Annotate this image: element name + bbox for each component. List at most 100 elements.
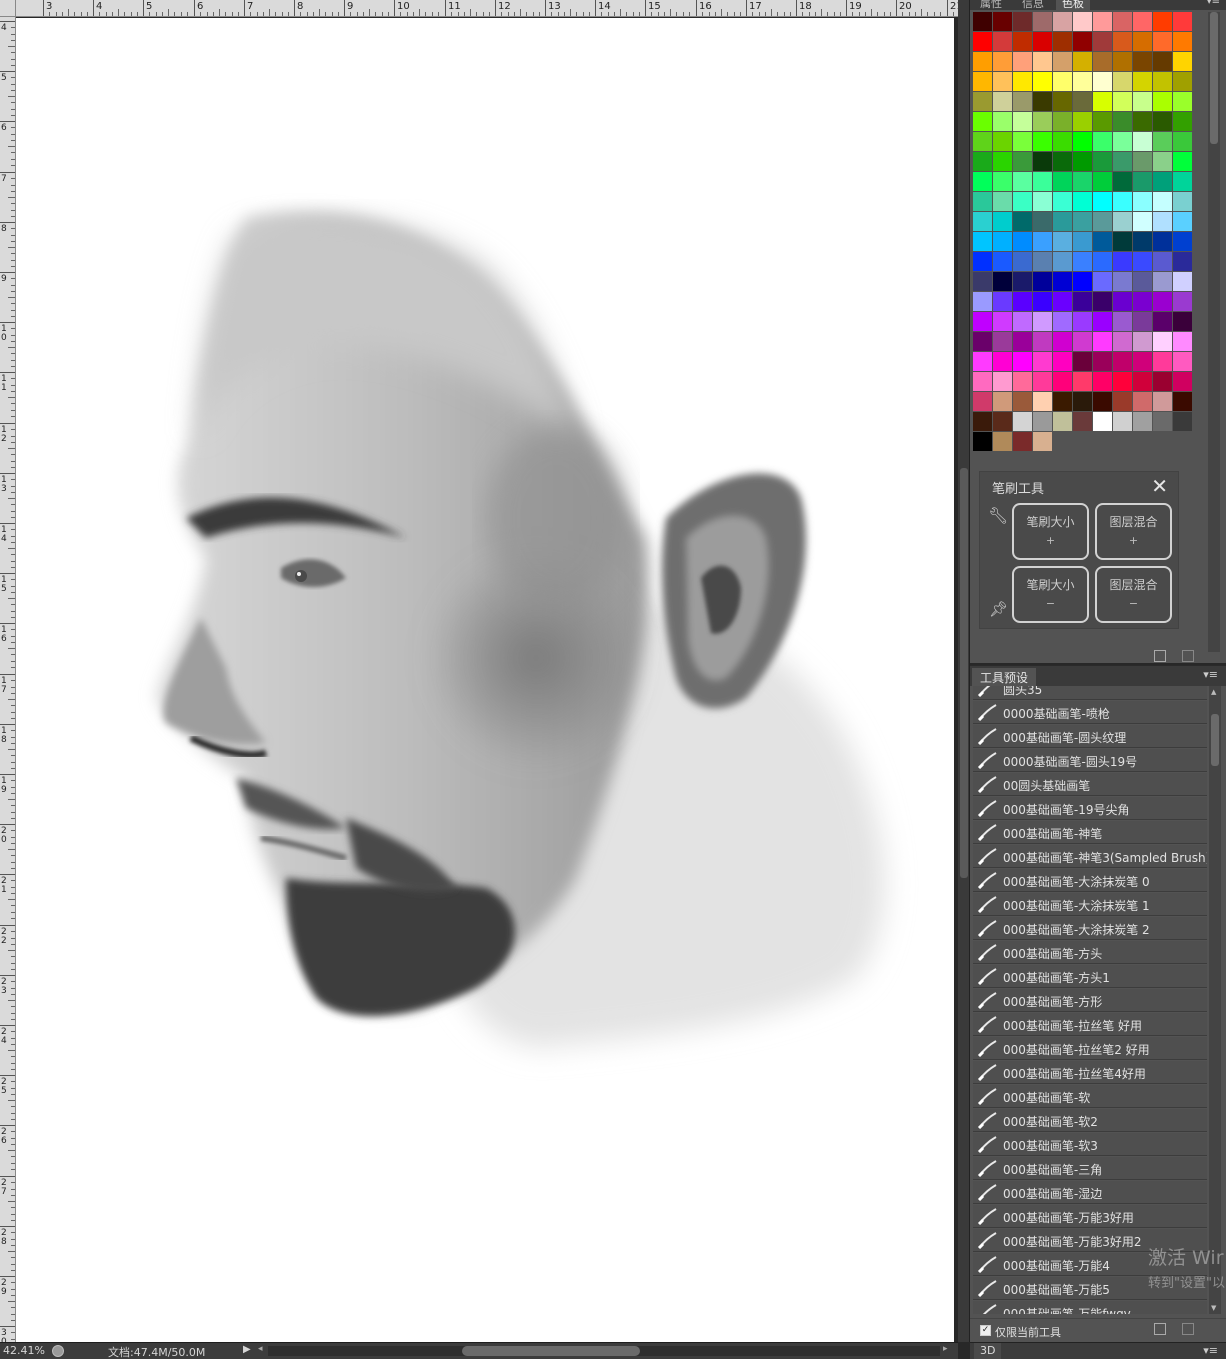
color-swatch[interactable] [1113,392,1132,411]
color-swatch[interactable] [1073,52,1092,71]
color-swatch[interactable] [1113,332,1132,351]
color-swatch[interactable] [1013,232,1032,251]
color-swatch[interactable] [973,352,992,371]
color-swatch[interactable] [1173,312,1192,331]
preset-list-item[interactable]: 000基础画笔-19号尖角 [973,797,1207,820]
color-swatch[interactable] [1113,312,1132,331]
color-swatch[interactable] [1093,212,1112,231]
color-swatch[interactable] [1173,112,1192,131]
color-swatch[interactable] [1093,112,1112,131]
color-swatch[interactable] [1053,212,1072,231]
color-swatch[interactable] [993,292,1012,311]
color-swatch[interactable] [993,112,1012,131]
color-swatch[interactable] [1093,152,1112,171]
scroll-down-icon[interactable]: ▼ [1211,1304,1216,1312]
preset-list-item[interactable]: 0000基础画笔-圆头19号 [973,749,1207,772]
color-swatch[interactable] [1093,412,1112,431]
scroll-left-icon[interactable]: ◂ [258,1344,263,1354]
color-swatch[interactable] [973,12,992,31]
color-swatch[interactable] [1093,132,1112,151]
tab-swatches[interactable]: 色板 [1056,0,1090,10]
color-swatch[interactable] [1033,52,1052,71]
preset-list-item[interactable]: 000基础画笔-软2 [973,1109,1207,1132]
panel-menu-icon[interactable]: ▾≡ [1207,0,1220,7]
color-swatch[interactable] [1153,332,1172,351]
color-swatch[interactable] [1113,192,1132,211]
color-swatch[interactable] [1033,112,1052,131]
color-swatch[interactable] [1153,412,1172,431]
color-swatch[interactable] [973,372,992,391]
color-swatch[interactable] [1053,232,1072,251]
brush-size-increase-button[interactable]: 笔刷大小 + [1012,503,1089,560]
color-swatch[interactable] [993,192,1012,211]
color-swatch[interactable] [1013,392,1032,411]
color-swatch[interactable] [1033,192,1052,211]
panel-menu-icon[interactable]: ▾≡ [1203,1344,1218,1357]
color-swatch[interactable] [1113,232,1132,251]
color-swatch[interactable] [1173,192,1192,211]
preset-list-item[interactable]: 000基础画笔-大涂抹炭笔 0 [973,869,1207,892]
color-swatch[interactable] [1173,392,1192,411]
horizontal-scroll-thumb[interactable] [462,1346,640,1356]
color-swatch[interactable] [973,232,992,251]
trash-icon[interactable] [1182,650,1194,662]
color-swatch[interactable] [1153,232,1172,251]
color-swatch[interactable] [1113,72,1132,91]
tab-3d[interactable]: 3D [974,1343,1002,1359]
color-swatch[interactable] [1013,292,1032,311]
color-swatch[interactable] [1073,412,1092,431]
color-swatch[interactable] [1053,292,1072,311]
color-swatch[interactable] [1093,12,1112,31]
color-swatch[interactable] [993,312,1012,331]
color-swatch[interactable] [1073,312,1092,331]
status-menu-arrow-icon[interactable]: ▶ [243,1344,251,1355]
color-swatch[interactable] [973,152,992,171]
color-swatch[interactable] [973,132,992,151]
color-swatch[interactable] [1053,192,1072,211]
color-swatch[interactable] [1133,272,1152,291]
color-swatch[interactable] [1053,392,1072,411]
color-swatch[interactable] [1053,132,1072,151]
color-swatch[interactable] [1033,332,1052,351]
preset-list-item[interactable]: 000基础画笔-神笔 [973,821,1207,844]
color-swatch[interactable] [973,172,992,191]
trash-icon[interactable] [1182,1323,1194,1335]
color-swatch[interactable] [1173,172,1192,191]
color-swatch[interactable] [1153,252,1172,271]
color-swatch[interactable] [1033,432,1052,451]
color-swatch[interactable] [1133,372,1152,391]
color-swatch[interactable] [1093,372,1112,391]
color-swatch[interactable] [973,72,992,91]
preset-list-item[interactable]: 000基础画笔-方形 [973,989,1207,1012]
color-swatch[interactable] [1093,92,1112,111]
preset-list-item[interactable]: 000基础画笔-软3 [973,1133,1207,1156]
preset-list-item[interactable]: 000基础画笔-方头 [973,941,1207,964]
color-swatch[interactable] [1073,72,1092,91]
color-swatch[interactable] [1053,272,1072,291]
color-swatch[interactable] [1113,412,1132,431]
color-swatch[interactable] [1113,272,1132,291]
new-swatch-icon[interactable] [1154,650,1166,662]
color-swatch[interactable] [1033,352,1052,371]
color-swatch[interactable] [1073,32,1092,51]
preset-list-item[interactable]: 000基础画笔-湿边 [973,1181,1207,1204]
color-swatch[interactable] [1133,212,1152,231]
color-swatch[interactable] [993,252,1012,271]
scroll-right-icon[interactable]: ▸ [943,1344,948,1354]
color-swatch[interactable] [1073,112,1092,131]
color-swatch[interactable] [1113,112,1132,131]
color-swatch[interactable] [973,392,992,411]
color-swatch[interactable] [1153,172,1172,191]
preset-list-item[interactable]: 000基础画笔-大涂抹炭笔 1 [973,893,1207,916]
color-swatch[interactable] [1013,152,1032,171]
tab-info[interactable]: 信息 [1016,0,1050,10]
color-swatch[interactable] [1133,52,1152,71]
color-swatch[interactable] [1033,172,1052,191]
color-swatch[interactable] [1013,172,1032,191]
color-swatch[interactable] [973,192,992,211]
preset-list-item[interactable]: 00圆头基础画笔 [973,773,1207,796]
preset-list-item[interactable]: 000基础画笔-圆头纹理 [973,725,1207,748]
color-swatch[interactable] [1133,92,1152,111]
color-swatch[interactable] [993,272,1012,291]
color-swatch[interactable] [1073,192,1092,211]
